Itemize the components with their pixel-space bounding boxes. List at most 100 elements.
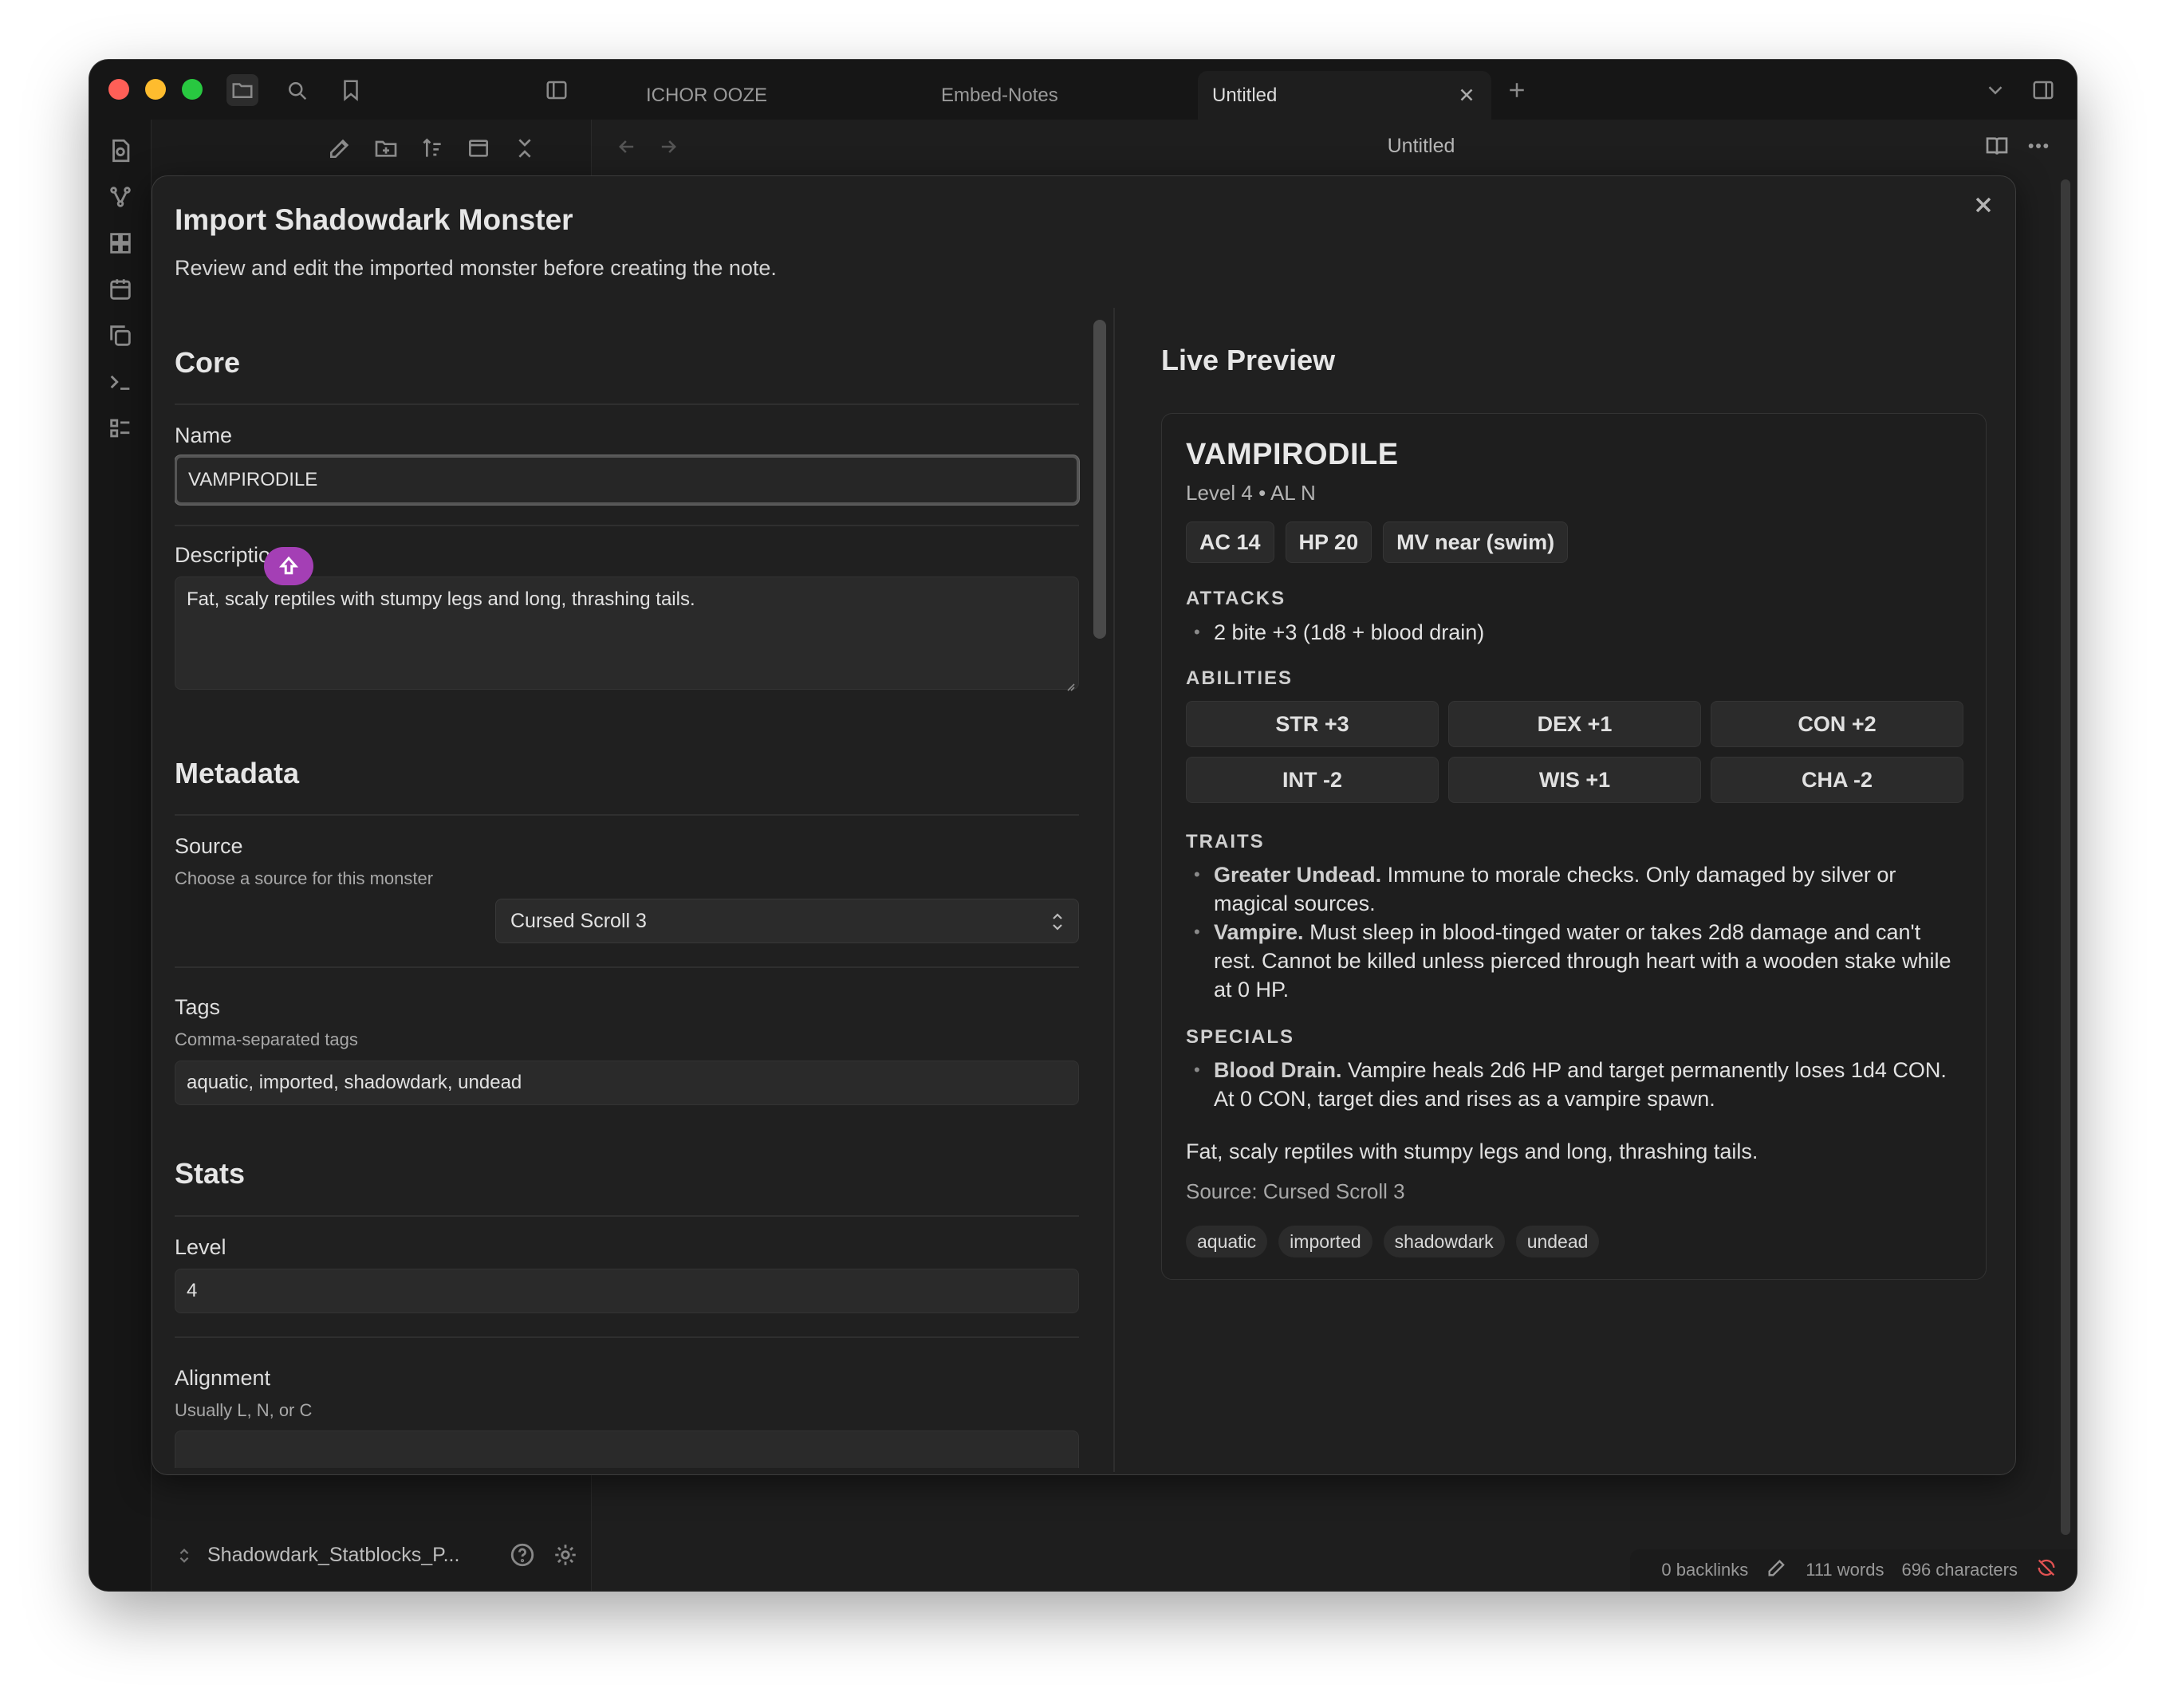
trait-name: Greater Undead.: [1214, 863, 1382, 887]
tab-ichor-ooze[interactable]: ICHOR OOZE: [632, 71, 919, 120]
chevron-updown-icon: [175, 1547, 193, 1564]
list-item: Greater Undead. Immune to morale checks.…: [1186, 860, 1951, 918]
back-arrow-icon[interactable]: [616, 136, 640, 159]
graph-icon[interactable]: [107, 183, 134, 211]
terminal-icon[interactable]: [107, 368, 134, 396]
source-value: Cursed Scroll 3: [510, 909, 647, 932]
right-sidebar-toggle-icon[interactable]: [2027, 74, 2059, 106]
pencil-icon[interactable]: [1766, 1556, 1788, 1584]
tag-pill[interactable]: aquatic: [1186, 1226, 1268, 1257]
level-value: 4: [187, 1280, 198, 1301]
more-options-icon[interactable]: [2026, 133, 2053, 160]
vault-switcher[interactable]: Shadowdark_Statblocks_P...: [175, 1544, 459, 1567]
canvas-icon[interactable]: [107, 230, 134, 257]
backlinks-count[interactable]: 0 backlinks: [1661, 1560, 1748, 1580]
tab-label: ICHOR OOZE: [646, 84, 768, 106]
copy-icon[interactable]: [107, 322, 134, 349]
ability-int: INT -2: [1186, 757, 1439, 803]
monster-form: Core Name VAMPIRODILE Description Fat, s…: [175, 308, 1092, 1468]
movement-chip: MV near (swim): [1383, 521, 1569, 563]
ability-con: CON +2: [1711, 701, 1963, 747]
close-icon[interactable]: [1971, 192, 1996, 218]
tab-untitled[interactable]: Untitled: [1198, 71, 1491, 120]
chevron-updown-icon: [1048, 911, 1067, 933]
alignment-input[interactable]: [175, 1431, 1079, 1468]
character-count: 696 characters: [1901, 1560, 2018, 1580]
file-search-icon[interactable]: [107, 137, 134, 164]
sync-error-icon[interactable]: [2035, 1556, 2058, 1584]
collapse-view-icon[interactable]: [466, 136, 494, 164]
tab-label: Untitled: [1212, 84, 1278, 106]
special-name: Blood Drain.: [1214, 1058, 1342, 1082]
list-icon[interactable]: [107, 415, 134, 442]
specials-list: Blood Drain. Vampire heals 2d6 HP and ta…: [1186, 1056, 1951, 1113]
name-input[interactable]: VAMPIRODILE: [175, 455, 1079, 505]
divider: [175, 525, 1079, 526]
tags-hint: Comma-separated tags: [175, 1029, 358, 1049]
divider: [175, 1215, 1079, 1217]
armor-class-chip: AC 14: [1186, 521, 1274, 563]
calendar-icon[interactable]: [107, 276, 134, 303]
search-icon[interactable]: [281, 74, 313, 106]
forward-arrow-icon[interactable]: [657, 136, 681, 159]
sort-icon[interactable]: [419, 136, 448, 164]
zoom-window-button[interactable]: [182, 79, 203, 100]
monster-name: VAMPIRODILE: [1186, 438, 1399, 471]
section-heading-stats: Stats: [175, 1157, 246, 1190]
modal-title: Import Shadowdark Monster: [175, 203, 573, 236]
preview-description: Fat, scaly reptiles with stumpy legs and…: [1186, 1139, 1758, 1163]
new-note-icon[interactable]: [327, 136, 356, 164]
ability-wis: WIS +1: [1448, 757, 1701, 803]
tag-pill[interactable]: undead: [1515, 1226, 1600, 1257]
collapse-all-icon[interactable]: [512, 136, 541, 164]
divider: [175, 966, 1079, 968]
ribbon: [89, 120, 152, 1591]
form-scrollbar[interactable]: [1093, 312, 1106, 1468]
sidebar-toggle-icon[interactable]: [541, 74, 573, 106]
traits-list: Greater Undead. Immune to morale checks.…: [1186, 860, 1951, 1004]
live-preview-heading: Live Preview: [1161, 344, 1336, 376]
divider: [175, 403, 1079, 405]
divider: [175, 814, 1079, 816]
name-label: Name: [175, 423, 233, 447]
tags-input[interactable]: aquatic, imported, shadowdark, undead: [175, 1061, 1079, 1105]
app-window: ICHOR OOZE Embed-Notes Untitled Shadowda…: [89, 60, 2077, 1591]
tab-embed-notes[interactable]: Embed-Notes: [927, 71, 1214, 120]
vault-name: Shadowdark_Statblocks_P...: [207, 1544, 460, 1566]
attacks-list: 2 bite +3 (1d8 + blood drain): [1186, 618, 1951, 647]
folder-icon[interactable]: [226, 74, 258, 106]
specials-caption: SPECIALS: [1186, 1026, 1295, 1048]
tag-pill[interactable]: imported: [1278, 1226, 1372, 1257]
reading-mode-icon[interactable]: [1984, 133, 2011, 160]
divider: [175, 1336, 1079, 1338]
minimize-window-button[interactable]: [145, 79, 166, 100]
tags-value: aquatic, imported, shadowdark, undead: [187, 1072, 522, 1093]
abilities-grid: STR +3 DEX +1 CON +2 INT -2 WIS +1 CHA -…: [1186, 701, 1963, 803]
close-tab-icon[interactable]: [1456, 85, 1477, 105]
column-divider: [1113, 308, 1115, 1472]
monster-level-alignment: Level 4 • AL N: [1186, 481, 1316, 505]
tag-pill[interactable]: shadowdark: [1383, 1226, 1505, 1257]
name-value: VAMPIRODILE: [188, 469, 318, 490]
resize-handle-icon[interactable]: [1064, 675, 1075, 691]
close-window-button[interactable]: [108, 79, 129, 100]
chevron-down-icon[interactable]: [1979, 74, 2011, 106]
hit-points-chip: HP 20: [1285, 521, 1372, 563]
level-input[interactable]: 4: [175, 1269, 1079, 1313]
bookmark-icon[interactable]: [335, 74, 367, 106]
new-folder-icon[interactable]: [373, 136, 402, 164]
title-bar: ICHOR OOZE Embed-Notes Untitled: [89, 60, 2077, 120]
gear-icon[interactable]: [552, 1541, 581, 1570]
preview-source: Source: Cursed Scroll 3: [1186, 1179, 1405, 1203]
list-item: 2 bite +3 (1d8 + blood drain): [1186, 618, 1951, 647]
section-heading-core: Core: [175, 346, 241, 379]
traits-caption: TRAITS: [1186, 831, 1265, 852]
source-select[interactable]: Cursed Scroll 3: [495, 899, 1079, 943]
help-icon[interactable]: [509, 1541, 538, 1570]
editor-scrollbar[interactable]: [2061, 179, 2070, 1535]
ability-str: STR +3: [1186, 701, 1439, 747]
tab-label: Embed-Notes: [941, 84, 1058, 106]
stat-chips: AC 14 HP 20 MV near (swim): [1186, 521, 1569, 563]
description-textarea[interactable]: Fat, scaly reptiles with stumpy legs and…: [175, 577, 1079, 691]
new-tab-icon[interactable]: [1501, 74, 1533, 106]
